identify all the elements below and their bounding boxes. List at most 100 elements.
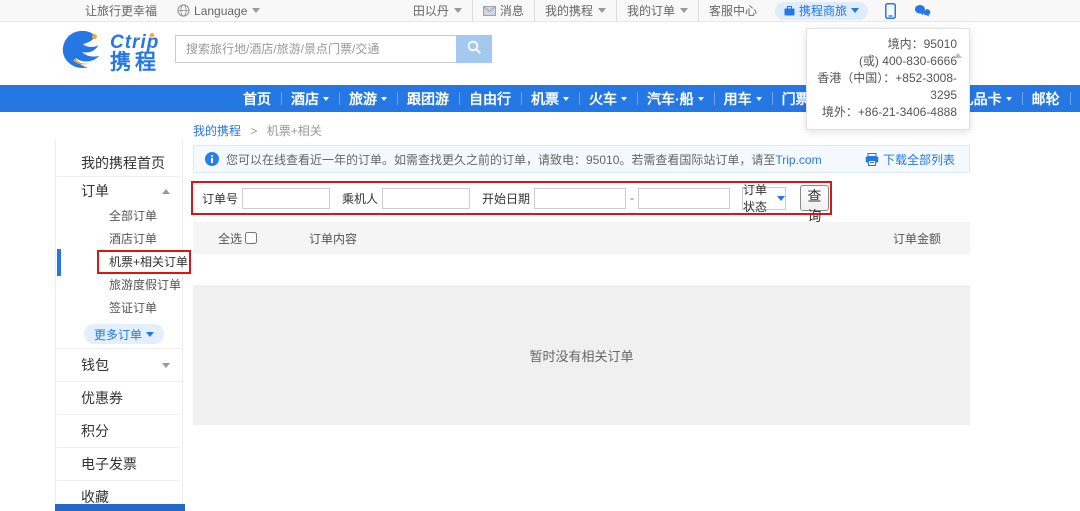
logo-i-dot — [150, 33, 154, 37]
nav-item-flights[interactable]: 机票 — [521, 85, 579, 112]
globe-icon — [177, 4, 190, 17]
sidebar-item-hotel-orders[interactable]: 酒店订单 — [56, 228, 182, 251]
select-all-label: 全选 — [218, 230, 242, 247]
search-icon — [467, 40, 482, 58]
phone-numbers-panel: 境内：95010 (或) 400-830-6666 香港（中国）：+852-30… — [806, 28, 970, 130]
sidebar-item-points[interactable]: 积分 — [56, 415, 182, 447]
passenger-input[interactable] — [382, 188, 470, 209]
search-orders-button[interactable]: 查询 — [800, 185, 829, 211]
sidebar: 我的携程首页 订单 全部订单 酒店订单 机票+相关订单 旅游度假订单 签证订单 … — [55, 140, 183, 511]
chevron-up-icon[interactable] — [954, 53, 962, 58]
chevron-down-icon — [454, 8, 462, 13]
nav-item-bus-ship[interactable]: 汽车·船 — [637, 85, 714, 112]
language-menu[interactable]: Language — [167, 0, 270, 22]
chevron-down-icon — [777, 196, 785, 201]
my-ctrip-label: 我的携程 — [545, 2, 593, 19]
sidebar-bottom-strip — [55, 504, 185, 511]
nav-item-cruise[interactable]: 邮轮 — [1022, 85, 1070, 112]
logo-cn: 携程 — [110, 52, 160, 74]
printer-icon — [865, 153, 879, 166]
envelope-icon — [483, 6, 496, 16]
chevron-down-icon — [756, 97, 762, 101]
order-status-dropdown[interactable]: 订单状态 — [742, 187, 786, 210]
dolphin-logo-icon — [58, 28, 104, 79]
chat-bubbles-icon[interactable] — [905, 4, 940, 18]
language-label: Language — [194, 4, 247, 18]
empty-orders-area: 暂时没有相关订单 — [193, 285, 970, 425]
site-search-button[interactable] — [456, 35, 492, 63]
start-date-input[interactable] — [534, 188, 626, 209]
phone-line-hongkong: 香港（中国）：+852-3008-3295 — [815, 70, 957, 104]
sidebar-item-e-invoice[interactable]: 电子发票 — [56, 448, 182, 480]
chevron-down-icon — [146, 332, 154, 337]
order-number-input[interactable] — [242, 188, 330, 209]
sidebar-item-visa-orders[interactable]: 签证订单 — [56, 297, 182, 320]
nav-item-hotel[interactable]: 酒店 — [281, 85, 339, 112]
sidebar-section-wallet[interactable]: 钱包 — [56, 349, 182, 381]
nav-item-independent[interactable]: 自由行 — [459, 85, 521, 112]
sidebar-item-coupons[interactable]: 优惠券 — [56, 382, 182, 414]
date-range-separator: - — [630, 191, 634, 205]
chevron-down-icon — [252, 8, 260, 13]
sidebar-section-orders[interactable]: 订单 — [56, 177, 182, 205]
briefcase-icon — [784, 6, 795, 16]
trip-com-link[interactable]: Trip.com — [775, 153, 821, 167]
phone-line-alt: (或) 400-830-6666 — [815, 53, 957, 70]
sidebar-item-flight-related-orders[interactable]: 机票+相关订单 — [56, 251, 182, 274]
chevron-down-icon — [598, 8, 606, 13]
mobile-app-icon[interactable] — [876, 3, 905, 19]
ctrip-orders-page: 让旅行更幸福 Language 田以丹 消息 我的携程 — [0, 0, 1080, 511]
order-content-column-header: 订单内容 — [309, 230, 357, 247]
sidebar-item-all-orders[interactable]: 全部订单 — [56, 205, 182, 228]
messages-link[interactable]: 消息 — [472, 0, 534, 22]
user-menu[interactable]: 田以丹 — [403, 0, 472, 22]
my-ctrip-menu[interactable]: 我的携程 — [534, 0, 616, 22]
breadcrumb: 我的携程 > 机票+相关 — [193, 122, 322, 139]
active-indicator-bar — [57, 249, 61, 276]
order-filter-row: 订单号 乘机人 开始日期 - 订单状态 查询 — [193, 183, 829, 213]
chevron-down-icon — [621, 97, 627, 101]
phone-line-domestic: 境内：95010 — [815, 36, 957, 53]
chevron-down-icon — [851, 8, 859, 13]
nav-item-travel[interactable]: 旅游 — [339, 85, 397, 112]
chevron-down-icon — [323, 97, 329, 101]
sidebar-more-orders-button[interactable]: 更多订单 — [84, 324, 164, 344]
order-number-label: 订单号 — [202, 190, 238, 207]
slogan-text: 让旅行更幸福 — [75, 0, 167, 22]
customer-service-link[interactable]: 客服中心 — [698, 0, 767, 22]
site-search — [175, 35, 492, 63]
nav-item-trains[interactable]: 火车 — [579, 85, 637, 112]
ctrip-logo[interactable]: Ctrip 携程 — [58, 28, 160, 79]
nav-item-destination[interactable]: 目的地 — [1070, 85, 1080, 112]
chevron-down-icon — [698, 97, 704, 101]
customer-service-label: 客服中心 — [709, 2, 757, 19]
my-orders-label: 我的订单 — [627, 2, 675, 19]
order-amount-column-header: 订单金额 — [893, 230, 941, 247]
chevron-down-icon — [381, 97, 387, 101]
select-all-checkbox[interactable] — [245, 232, 257, 244]
notice-bar: 您可以在线查看近一年的订单。如需查找更久之前的订单，请致电：95010。若需查看… — [193, 145, 970, 173]
chevron-up-icon — [162, 189, 170, 194]
breadcrumb-current: 机票+相关 — [267, 124, 322, 138]
sidebar-item-my-ctrip-home[interactable]: 我的携程首页 — [56, 150, 182, 176]
messages-label: 消息 — [500, 2, 524, 19]
chevron-down-icon — [1006, 97, 1012, 101]
my-orders-menu[interactable]: 我的订单 — [616, 0, 698, 22]
sidebar-item-vacation-orders[interactable]: 旅游度假订单 — [56, 274, 182, 297]
breadcrumb-home-link[interactable]: 我的携程 — [193, 124, 241, 138]
top-utility-bar: 让旅行更幸福 Language 田以丹 消息 我的携程 — [0, 0, 1080, 22]
passenger-label: 乘机人 — [342, 190, 378, 207]
info-icon — [205, 152, 219, 166]
chevron-down-icon — [162, 363, 170, 368]
logo-text: Ctrip 携程 — [110, 33, 160, 75]
corp-travel-menu[interactable]: 携程商旅 — [775, 2, 868, 20]
nav-item-group-tour[interactable]: 跟团游 — [397, 85, 459, 112]
download-all-list-link[interactable]: 下载全部列表 — [865, 151, 955, 168]
end-date-input[interactable] — [638, 188, 730, 209]
notice-text: 您可以在线查看近一年的订单。如需查找更久之前的订单，请致电：95010。若需查看… — [226, 151, 822, 168]
site-search-input[interactable] — [175, 35, 456, 63]
start-date-label: 开始日期 — [482, 190, 530, 207]
corp-travel-label: 携程商旅 — [799, 2, 847, 19]
nav-item-car[interactable]: 用车 — [714, 85, 772, 112]
nav-item-home[interactable]: 首页 — [233, 85, 281, 112]
